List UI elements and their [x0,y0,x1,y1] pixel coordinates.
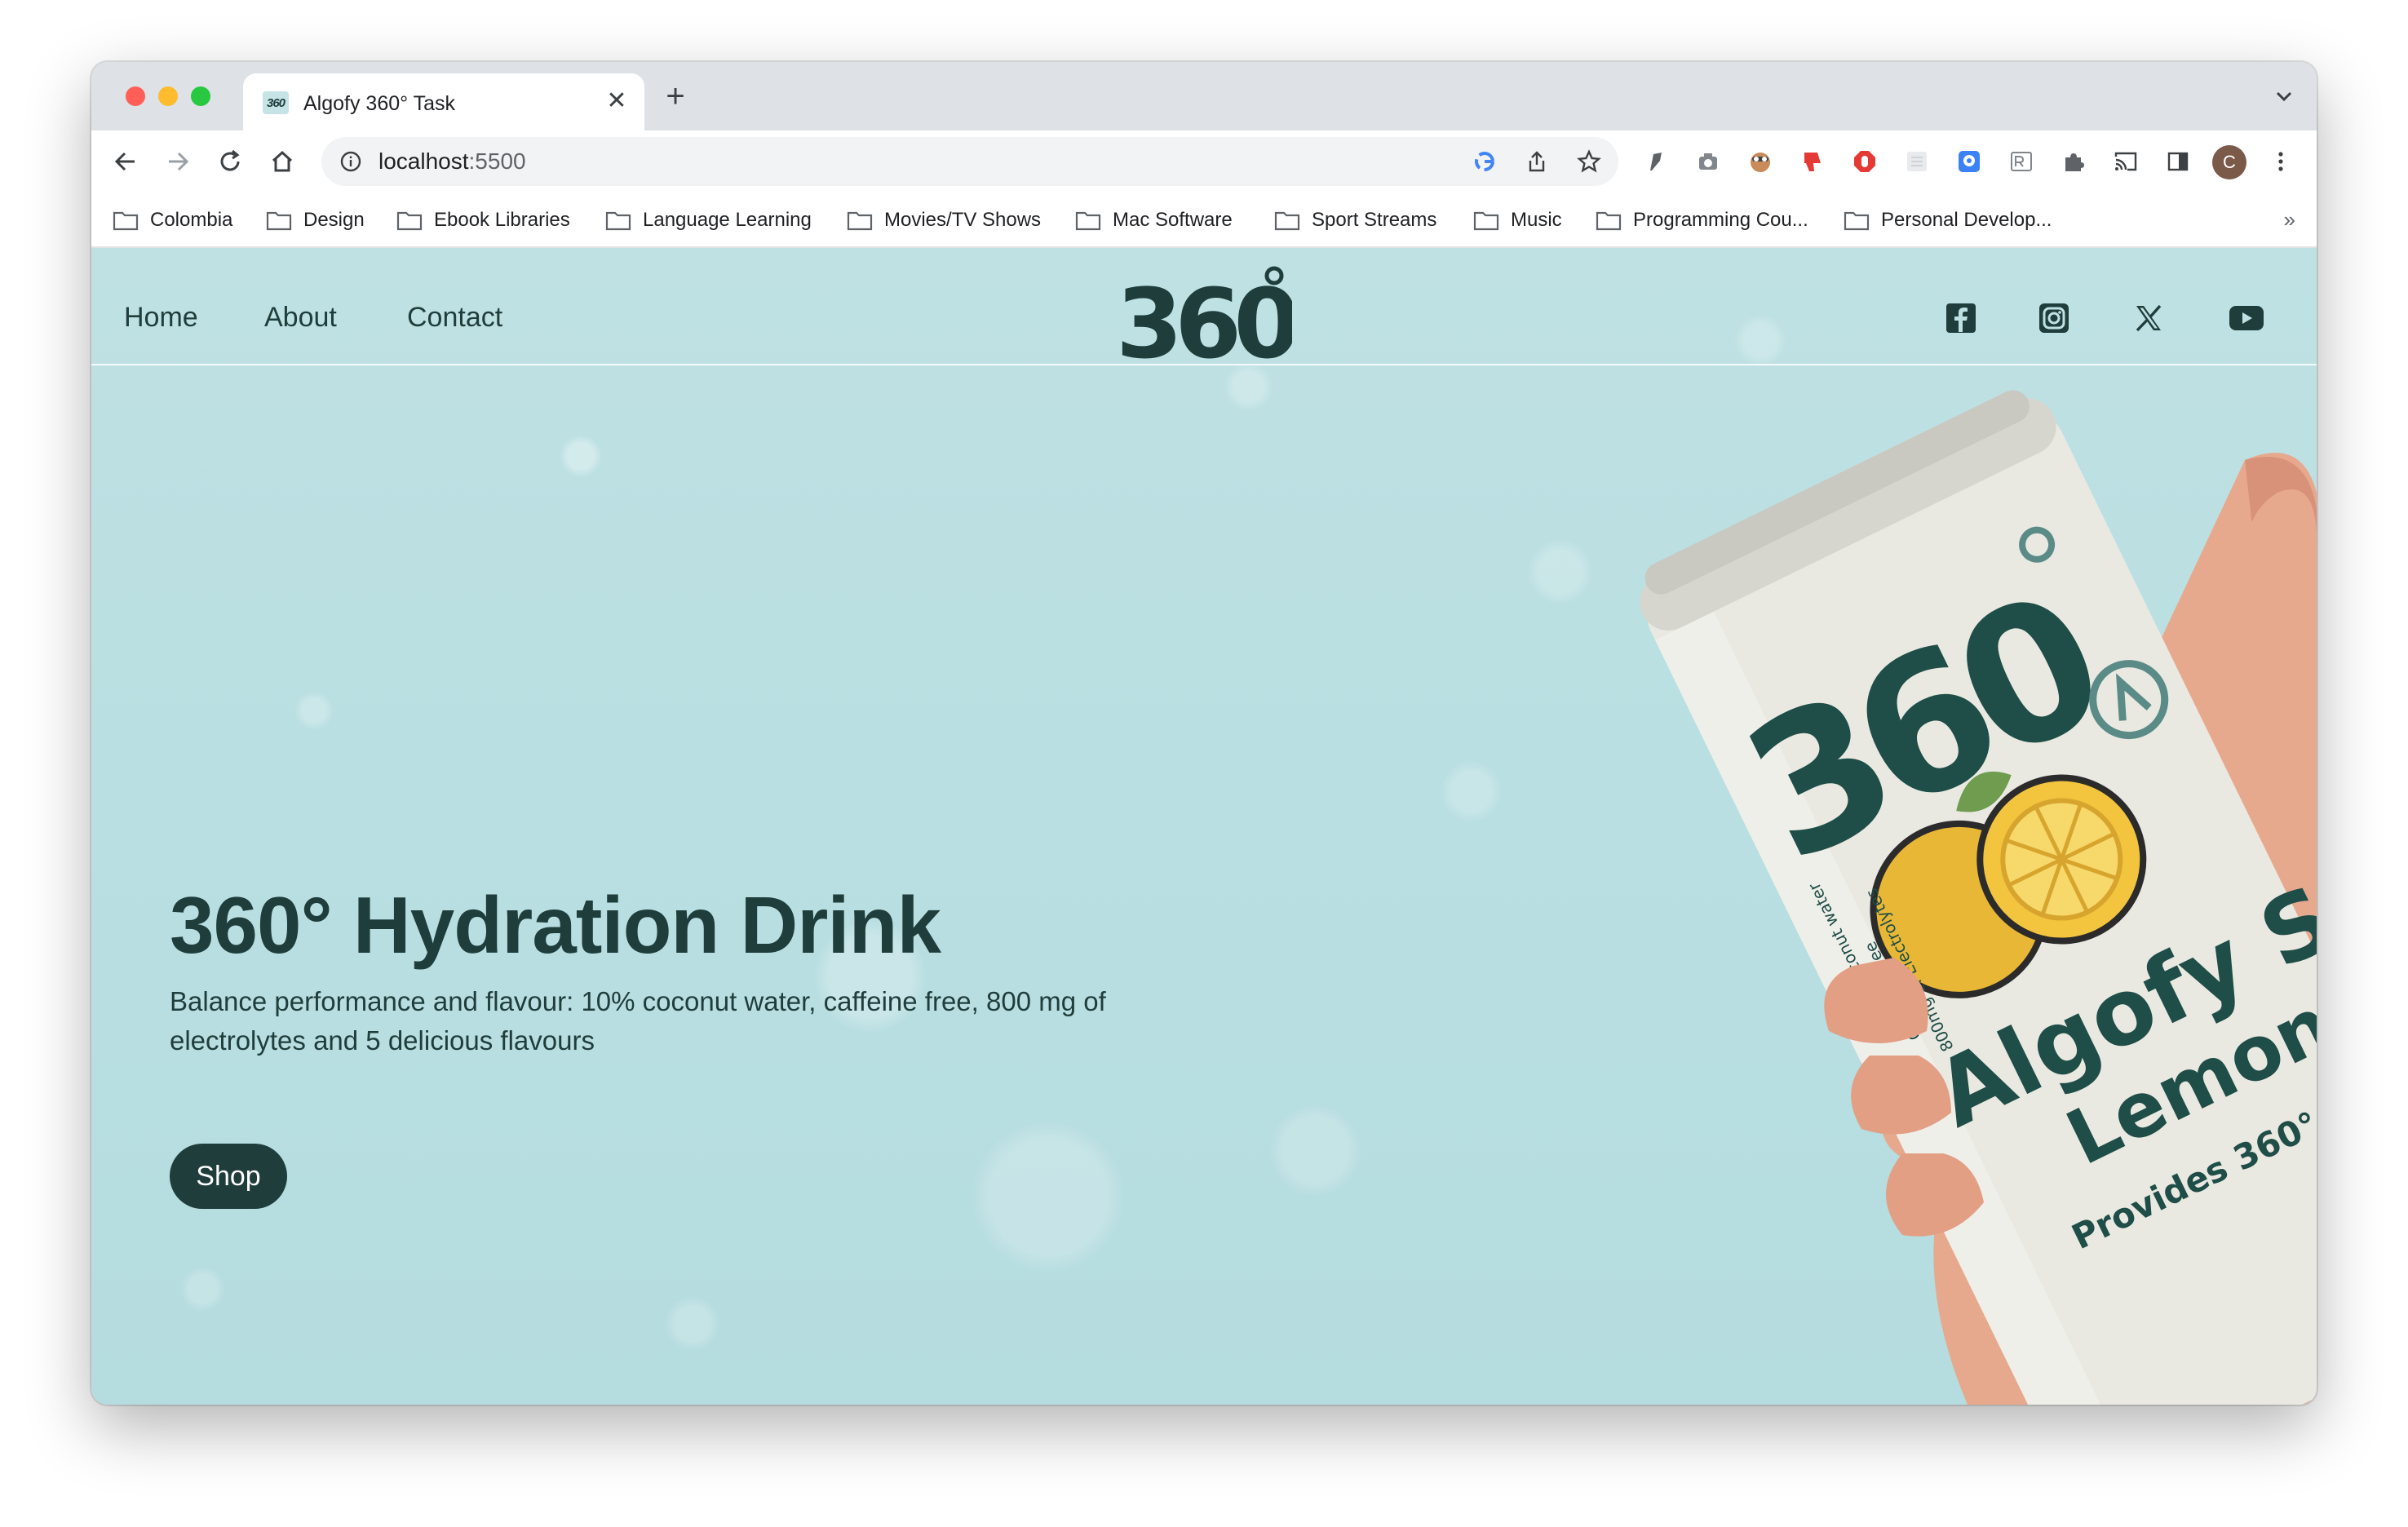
back-button[interactable] [106,142,145,181]
tab-search-button[interactable] [2269,82,2299,111]
bookmarks-overflow-button[interactable]: » [2284,207,2295,232]
tab-strip: 360 Algofy 360° Task ✕ + [91,62,2317,131]
info-icon[interactable] [339,150,362,173]
extension-grid-icon[interactable] [1901,145,1933,178]
reload-button[interactable] [210,142,250,181]
tab-favicon-icon: 360 [263,91,289,114]
bookmark-label: Music [1511,209,1562,231]
more-options-icon[interactable] [2264,145,2297,178]
bookmark-label: Language Learning [643,209,812,231]
chevron-down-icon [2276,91,2292,102]
site-logo[interactable]: 360 [1113,261,1292,362]
extension-thumbs-down-icon[interactable] [1796,145,1829,178]
bookmark-folder[interactable]: Colombia [113,207,232,233]
bookmark-folder[interactable]: Language Learning [605,207,812,233]
bookmark-label: Movies/TV Shows [884,209,1042,231]
active-tab[interactable]: 360 Algofy 360° Task ✕ [243,73,644,131]
bookmark-folder[interactable]: Personal Develop... [1844,207,2052,233]
share-icon[interactable] [1522,147,1551,176]
bookmark-folder[interactable]: Design [266,207,365,233]
forward-button[interactable] [158,142,197,181]
bookmark-folder[interactable]: Music [1473,207,1562,233]
extension-face-icon[interactable] [1744,145,1777,178]
home-icon [272,150,293,172]
side-panel-icon[interactable] [2162,145,2194,178]
browser-toolbar: localhost:5500 C [91,131,2317,193]
web-page: Home About Contact 360 360° Hydration Dr… [91,248,2317,1405]
nav-contact-link[interactable]: Contact [407,302,502,334]
tab-title: Algofy 360° Task [303,92,456,115]
maximize-window-button[interactable] [191,86,210,106]
hero-title: 360° Hydration Drink [170,880,941,970]
browser-window: 360 Algofy 360° Task ✕ + localhost:5500 … [91,62,2317,1405]
close-window-button[interactable] [126,86,145,106]
google-lens-icon[interactable] [1470,147,1499,176]
nav-home-link[interactable]: Home [124,302,198,334]
bookmark-label: Programming Cou... [1633,209,1808,231]
folder-icon [1596,211,1622,231]
logo-text: 360 [1116,268,1292,362]
folder-icon [266,211,292,231]
bookmark-folder[interactable]: Programming Cou... [1596,207,1808,233]
folder-icon [1075,211,1101,231]
bookmark-label: Personal Develop... [1881,209,2052,231]
bookmark-label: Mac Software [1113,209,1233,231]
bookmark-folder[interactable]: Sport Streams [1274,207,1436,233]
bookmarks-bar: Colombia Design Ebook Libraries Language… [91,193,2317,248]
folder-icon [113,211,139,231]
url-text[interactable]: localhost:5500 [378,148,526,175]
bookmark-folder[interactable]: Ebook Libraries [396,207,570,233]
url-port: :5500 [468,148,526,174]
extension-adblock-icon[interactable] [1848,145,1881,178]
product-can-image: 360 Algofy Spa Lemon Provides 360° Perfo… [1640,390,2317,1405]
folder-icon [396,211,423,231]
bookmark-label: Design [303,209,365,231]
profile-avatar[interactable]: C [2212,145,2246,179]
minimize-window-button[interactable] [158,86,178,106]
arrow-left-icon [114,152,135,171]
nav-about-link[interactable]: About [264,302,337,334]
extension-pen-icon[interactable] [1640,145,1672,178]
bookmark-folder[interactable]: Mac Software [1075,207,1233,233]
bookmark-label: Ebook Libraries [434,209,570,231]
extension-readme-icon[interactable] [2005,145,2038,178]
extension-camera-icon[interactable] [1692,145,1724,178]
shop-button[interactable]: Shop [170,1144,287,1209]
bookmark-star-icon[interactable] [1574,147,1604,176]
folder-icon [1844,211,1870,231]
new-tab-button[interactable]: + [656,77,695,116]
folder-icon [1274,211,1300,231]
url-host: localhost [378,148,469,174]
bookmark-folder[interactable]: Movies/TV Shows [847,207,1041,233]
home-button[interactable] [263,142,302,181]
address-bar[interactable]: localhost:5500 [321,137,1618,186]
cast-icon[interactable] [2109,145,2142,178]
extension-shield-icon[interactable] [1953,145,1985,178]
hero-subtitle: Balance performance and flavour: 10% coc… [170,986,1106,1056]
folder-icon [605,211,631,231]
bookmark-label: Colombia [150,209,233,231]
bookmark-label: Sport Streams [1312,209,1437,231]
arrow-right-icon [169,152,189,171]
tab-close-button[interactable]: ✕ [602,86,631,116]
reload-icon [220,149,240,171]
folder-icon [847,211,873,231]
extensions-puzzle-icon[interactable] [2057,145,2090,178]
folder-icon [1473,211,1499,231]
